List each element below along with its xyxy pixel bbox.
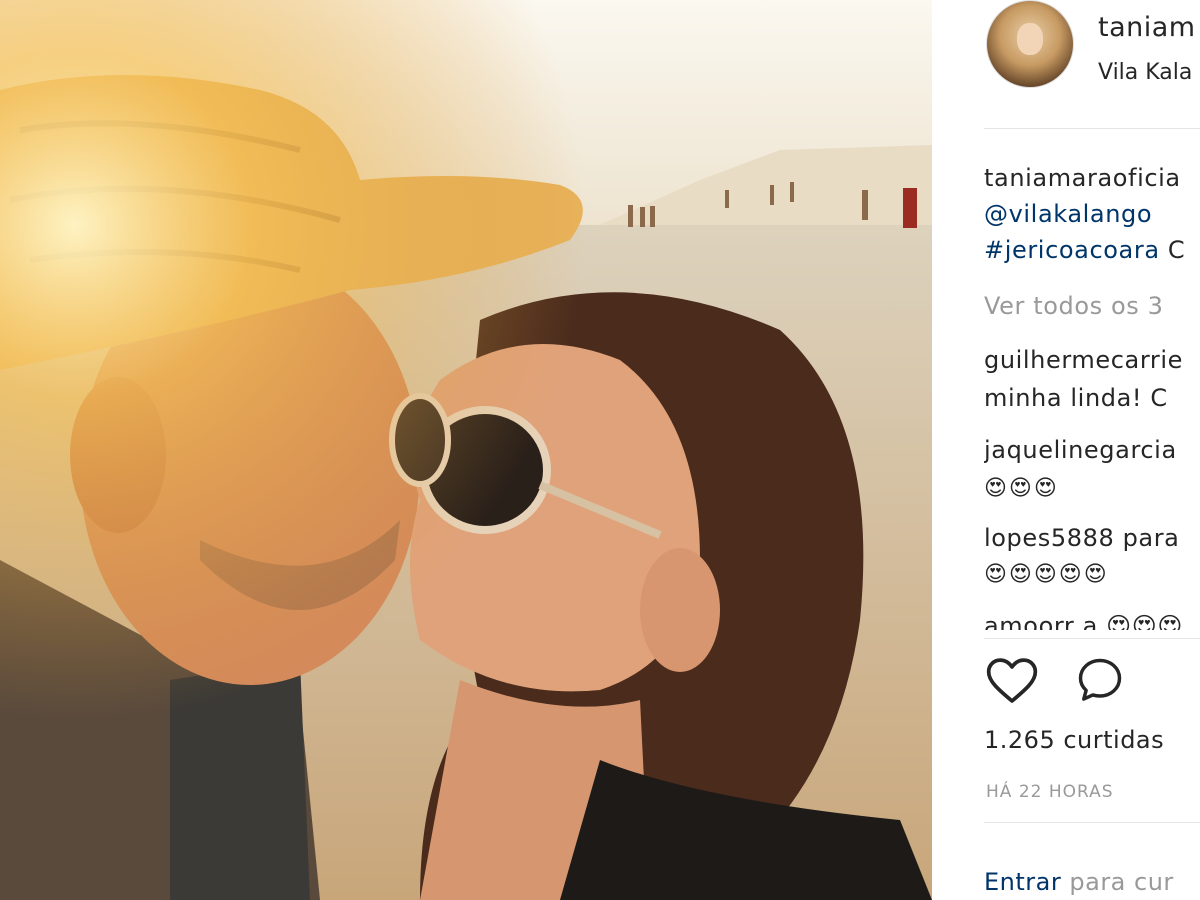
actions-divider — [984, 638, 1200, 639]
comment-text-partial: amoorr a 😍😍😍 — [984, 612, 1183, 630]
post-timestamp[interactable]: HÁ 22 HORAS — [986, 782, 1114, 802]
caption-hashtag[interactable]: #jericoacoara — [984, 236, 1160, 264]
caption-author[interactable]: taniamaraoficia — [984, 164, 1181, 192]
login-link[interactable]: Entrar — [984, 868, 1061, 896]
comment-text: minha linda! C — [984, 384, 1168, 412]
post-location[interactable]: Vila Kala — [1098, 60, 1192, 85]
comment-user-line: lopes5888 para — [984, 524, 1180, 552]
post-username[interactable]: taniam — [1098, 12, 1196, 43]
caption-hashtag-line: #jericoacoara C — [984, 236, 1185, 264]
avatar[interactable] — [986, 0, 1074, 88]
comments-section: taniamaraoficia @vilakalango #jericoacoa… — [984, 150, 1200, 630]
login-prompt-text: para cur — [1069, 868, 1174, 896]
likes-count[interactable]: 1.265 curtidas — [984, 726, 1164, 754]
comment-user[interactable]: lopes5888 — [984, 524, 1114, 552]
photo-illustration — [0, 0, 932, 900]
comment-text: 😍😍😍 — [984, 476, 1059, 501]
comment-user[interactable]: guilhermecarrie — [984, 346, 1183, 374]
caption-mention[interactable]: @vilakalango — [984, 200, 1152, 228]
caption-hashtag-suffix: C — [1167, 236, 1186, 264]
post-photo[interactable] — [0, 0, 932, 900]
heart-icon[interactable] — [984, 652, 1040, 708]
header-divider — [984, 128, 1200, 129]
view-all-comments[interactable]: Ver todos os 3 — [984, 292, 1163, 320]
login-prompt: Entrar para cur — [984, 868, 1174, 896]
post-sidebar: taniam Vila Kala taniamaraoficia @vilaka… — [932, 0, 1200, 900]
post-header: taniam Vila Kala — [932, 0, 1200, 128]
comment-user-suffix: para — [1122, 524, 1180, 552]
comment-icon[interactable] — [1074, 654, 1126, 706]
footer-divider — [984, 822, 1200, 823]
comment-text: 😍😍😍😍😍 — [984, 562, 1109, 587]
comment-user[interactable]: jaquelinegarcia — [984, 436, 1177, 464]
